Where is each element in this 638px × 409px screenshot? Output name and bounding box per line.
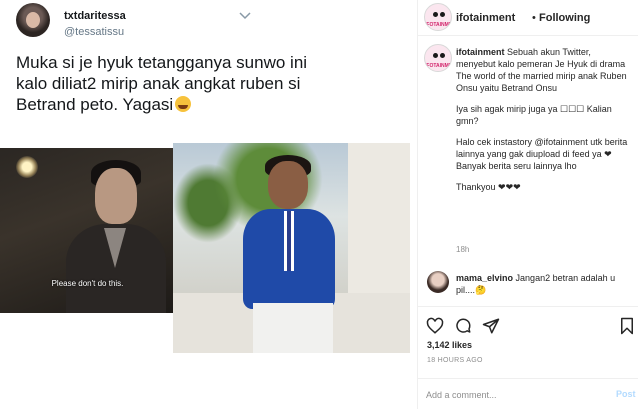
add-comment-bar: Post [418, 378, 638, 409]
heart-icon[interactable] [426, 317, 444, 335]
comment-icon[interactable] [454, 317, 472, 335]
caption: ifotainment Sebuah akun Twitter, menyebu… [456, 46, 632, 202]
lamp-light [16, 156, 38, 178]
caret-down-icon [239, 12, 251, 20]
caption-avatar[interactable]: iFOTAINMENT [424, 44, 452, 72]
avatar-logo-text: iFOTAINMENT [425, 22, 452, 28]
header-separator: • [532, 12, 536, 24]
share-icon[interactable] [482, 317, 500, 335]
commenter-username[interactable]: mama_elvino [456, 273, 513, 283]
likes-count[interactable]: 3,142 likes [427, 340, 472, 350]
caption-text-4: Thankyou ❤❤❤ [456, 182, 521, 192]
drama-subtitle: Please don't do this. [51, 279, 124, 288]
post-header: iFOTAINMENT ifotainment • Following [418, 0, 638, 36]
commenter-avatar[interactable] [427, 271, 449, 293]
tweet-name: txtdaritessa [64, 10, 126, 22]
post-timestamp[interactable]: 18 HOURS AGO [427, 357, 483, 364]
tweet-text-body: Muka si je hyuk tetangganya sunwo ini ka… [16, 53, 308, 114]
tweet-handle: @tessatissu [64, 26, 125, 38]
caption-text-3: Halo cek instastory @ifotainment utk ber… [456, 137, 628, 171]
post-media[interactable]: txtdaritessa @tessatissu Muka si je hyuk… [0, 0, 418, 409]
comment: mama_elvino Jangan2 betran adalah u pil.… [456, 272, 626, 296]
rofl-emoji-icon [175, 96, 192, 112]
caption-time: 18h [456, 245, 470, 254]
tweet-text: Muka si je hyuk tetangganya sunwo ini ka… [16, 52, 316, 115]
post-sidebar: iFOTAINMENT ifotainment • Following iFOT… [418, 0, 638, 409]
caption-text-2: Iya sih agak mirip juga ya ☐☐☐ Kalian gm… [456, 104, 612, 126]
account-username[interactable]: ifotainment [456, 12, 515, 24]
drama-still-image: Please don't do this. [0, 148, 175, 313]
account-avatar[interactable]: iFOTAINMENT [424, 3, 452, 31]
following-button[interactable]: Following [539, 12, 590, 24]
comment-input[interactable] [426, 386, 606, 404]
post-comment-button[interactable]: Post [616, 389, 636, 399]
boy-photo [173, 143, 410, 353]
tweet-avatar [16, 3, 50, 37]
comments-area[interactable]: iFOTAINMENT ifotainment Sebuah akun Twit… [418, 36, 638, 306]
caption-username[interactable]: ifotainment [456, 47, 505, 57]
avatar-logo-text: iFOTAINMENT [425, 63, 452, 69]
bookmark-icon[interactable] [618, 317, 636, 335]
